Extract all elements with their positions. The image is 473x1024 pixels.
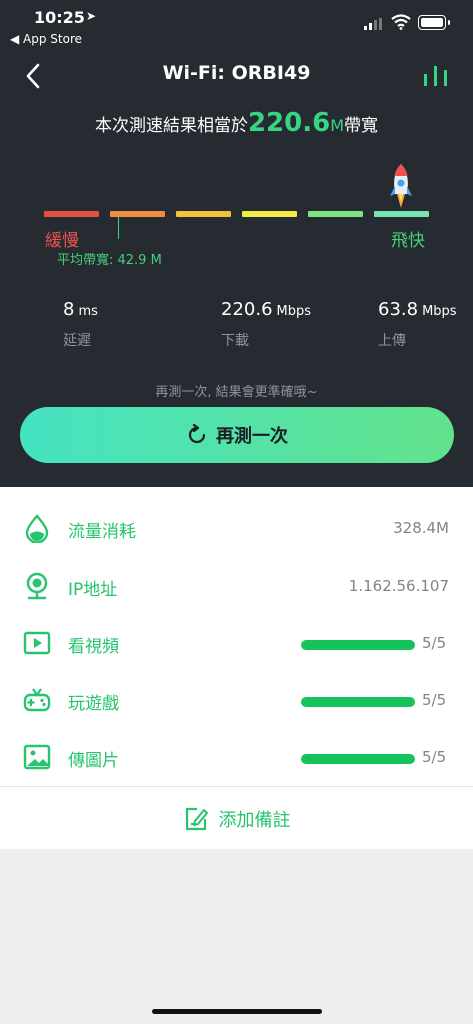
latency-unit: ms — [78, 304, 98, 319]
edit-note-icon — [185, 807, 208, 831]
traffic-label: 流量消耗 — [68, 522, 136, 542]
result-prefix: 本次測速結果相當於 — [94, 116, 248, 136]
latency-value: 8 — [63, 299, 75, 320]
scale-segment-5 — [308, 211, 363, 217]
retest-button-label: 再測一次 — [216, 426, 288, 447]
ip-row: IP地址 1.162.56.107 — [0, 558, 473, 615]
image-icon — [23, 744, 51, 770]
ip-label: IP地址 — [68, 580, 118, 600]
video-play-icon — [23, 631, 51, 655]
page-title: Wi-Fi: ORBI49 — [162, 62, 311, 84]
result-unit: M — [330, 116, 345, 135]
divider — [0, 786, 473, 787]
download-label: 下載 — [221, 333, 249, 349]
video-score-bar — [301, 640, 415, 650]
result-suffix: 帶寬 — [344, 116, 379, 136]
latency-label: 延遲 — [63, 333, 91, 349]
images-score: 5/5 — [422, 748, 447, 766]
result-summary: 本次測速結果相當於220.6M帶寬 — [0, 108, 473, 138]
images-score-bar — [301, 754, 415, 764]
scale-segment-6 — [374, 211, 429, 217]
rocket-icon — [390, 164, 412, 208]
latency-metric: 8 ms 延遲 — [63, 299, 98, 350]
images-row: 傳圖片 5/5 — [0, 729, 473, 786]
games-score-bar — [301, 697, 415, 707]
upload-unit: Mbps — [422, 304, 457, 319]
status-bar: 10:25 ➤ ◀ App Store — [0, 0, 473, 52]
home-indicator[interactable] — [152, 1009, 322, 1014]
scale-segment-1 — [44, 211, 99, 217]
video-score: 5/5 — [422, 634, 447, 652]
stats-bars-icon[interactable] — [424, 66, 448, 86]
result-value: 220.6 — [247, 108, 331, 138]
status-time: 10:25 — [34, 8, 85, 27]
games-row: 玩遊戲 5/5 — [0, 672, 473, 729]
upload-metric: 63.8 Mbps 上傳 — [378, 299, 457, 350]
wifi-icon — [391, 14, 411, 30]
fast-label: 飛快 — [391, 231, 425, 251]
games-label: 玩遊戲 — [68, 694, 119, 714]
speedtest-panel: 10:25 ➤ ◀ App Store Wi-Fi: ORBI49 本次測速結果… — [0, 0, 473, 487]
ip-value: 1.162.56.107 — [348, 577, 449, 595]
scale-segment-4 — [242, 211, 297, 217]
traffic-row: 流量消耗 328.4M — [0, 500, 473, 557]
images-label: 傳圖片 — [68, 751, 119, 771]
back-to-app-store[interactable]: ◀ App Store — [10, 32, 82, 46]
details-card: 流量消耗 328.4M IP地址 1.162.56.107 看視頻 5/5 玩遊… — [0, 487, 473, 849]
location-pin-icon — [26, 572, 48, 600]
retest-hint: 再測一次, 結果會更準確哦~ — [155, 385, 318, 400]
games-score: 5/5 — [422, 691, 447, 709]
retest-button[interactable]: 再測一次 — [20, 407, 454, 463]
refresh-icon — [188, 424, 206, 444]
slow-label: 緩慢 — [45, 231, 79, 251]
upload-label: 上傳 — [378, 333, 406, 349]
location-icon: ➤ — [86, 9, 97, 23]
scale-segment-3 — [176, 211, 231, 217]
water-drop-icon — [25, 514, 49, 543]
upload-value: 63.8 — [378, 299, 419, 320]
download-unit: Mbps — [276, 304, 312, 319]
cellular-signal-icon — [364, 18, 382, 30]
video-label: 看視頻 — [68, 637, 119, 657]
average-bandwidth-label: 平均帶寬: 42.9 M — [57, 253, 162, 268]
video-row: 看視頻 5/5 — [0, 615, 473, 672]
battery-icon — [418, 15, 450, 30]
add-note-label: 添加備註 — [218, 810, 291, 831]
download-value: 220.6 — [221, 299, 273, 320]
gamepad-icon — [23, 688, 51, 712]
average-marker — [118, 217, 119, 239]
download-metric: 220.6 Mbps 下載 — [221, 299, 311, 350]
add-note-button[interactable]: 添加備註 — [0, 794, 473, 844]
traffic-value: 328.4M — [393, 519, 449, 537]
